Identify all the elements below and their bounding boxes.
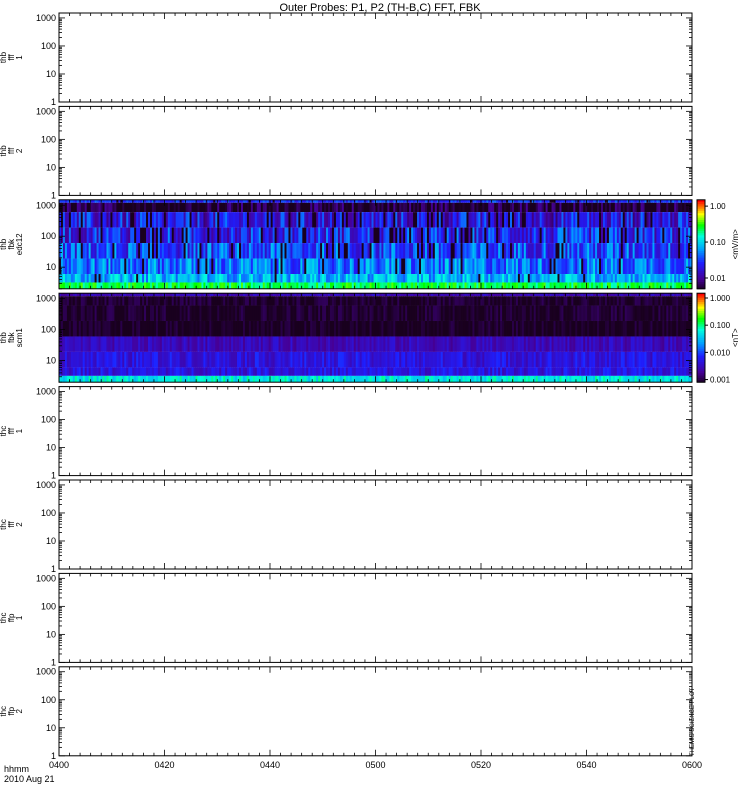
- y-tick-label: 1: [51, 190, 56, 200]
- colorbar-tick-label: 0.10: [710, 238, 726, 247]
- y-tick-label: 10: [46, 262, 56, 272]
- plot-title: Outer Probes: P1, P2 (TH-B,C) FFT, FBK: [279, 2, 481, 14]
- colorbar-tick-label: 1.00: [710, 202, 726, 211]
- panel-label: thbfbkedc12: [0, 233, 24, 255]
- panel-2: 1 10 100 1000 thbfff2: [0, 105, 693, 200]
- y-tick-label: 1000: [36, 200, 56, 210]
- colorbar-tick-label: 0.01: [710, 274, 726, 283]
- panel-stack: 1101001000thbfff11101001000thbfff21.000.…: [0, 12, 740, 770]
- y-tick-label: 1000: [36, 13, 56, 23]
- panel-label: thbfff1: [0, 51, 24, 63]
- y-tick-label: 100: [41, 231, 56, 241]
- panel-label-line: edc12: [15, 233, 24, 255]
- chart-canvas: Outer Probes: P1, P2 (TH-B,C) FFT, FBK 1…: [0, 2, 740, 784]
- y-tick-label: 100: [41, 134, 56, 144]
- panel-label-line: 2: [15, 148, 24, 153]
- panel-3: 1.00 0.10 0.01 <mV/m> 10 100 1000 thbfbkedc12: [0, 199, 740, 290]
- y-tick-label: 1000: [36, 106, 56, 116]
- panel-label-line: 1: [15, 55, 24, 60]
- panel-4: 1.0000.1000.0100.001<nT>101001000thbfbks…: [0, 292, 740, 385]
- colorbar-label: <mV/m>: [731, 229, 740, 260]
- panel-frame: [58, 12, 693, 103]
- y-tick-label: 10: [46, 162, 56, 172]
- panel-label: thbfff2: [0, 145, 24, 157]
- y-tick-label: 100: [41, 41, 56, 51]
- panel-frame: [58, 105, 693, 196]
- y-tick-label: 10: [46, 69, 56, 79]
- panel-1: 1 10 100 1000 thbfff1: [0, 12, 693, 107]
